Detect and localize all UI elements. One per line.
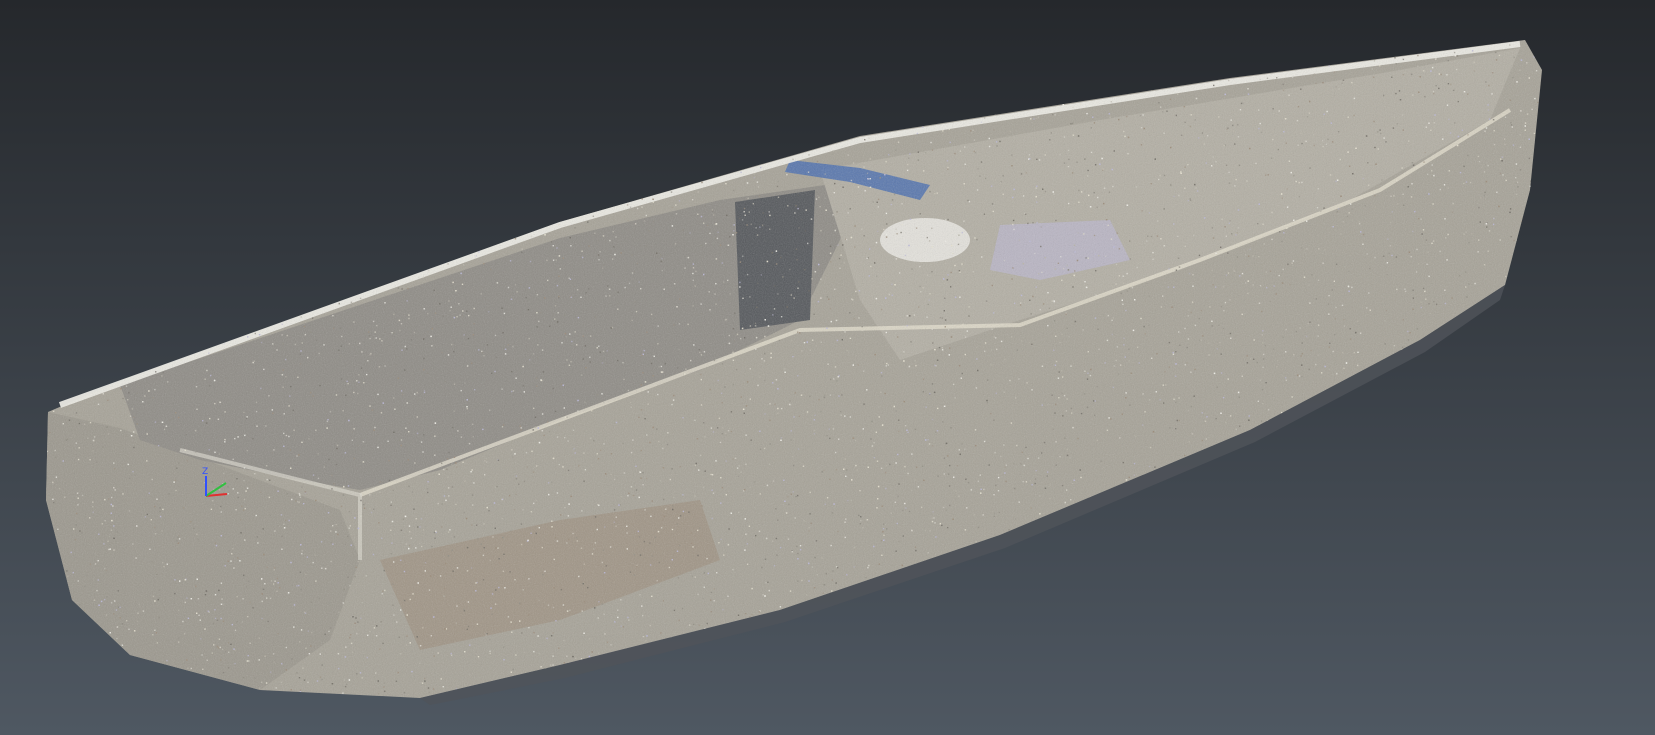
- scene-canvas[interactable]: Z: [0, 0, 1655, 735]
- z-axis-label: Z: [202, 467, 208, 477]
- point-cloud-viewport[interactable]: Z: [0, 0, 1655, 735]
